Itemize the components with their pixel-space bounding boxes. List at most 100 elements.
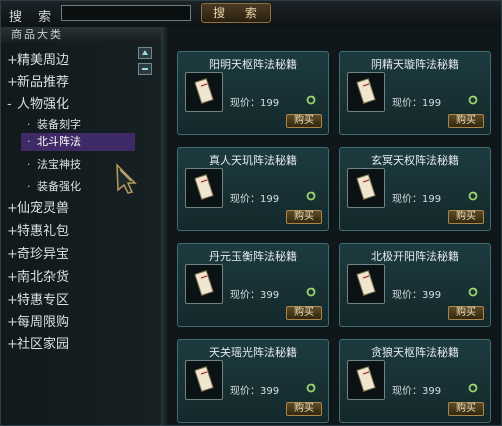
expand-icon: +	[7, 337, 18, 352]
item-card[interactable]: 阴精天璇阵法秘籍 现价：199 购买	[339, 51, 491, 135]
item-price: 现价：399	[392, 386, 442, 397]
item-price: 现价：199	[392, 194, 442, 205]
item-grid: 阳明天枢阵法秘籍 现价：199 购买 阴精天璇阵法秘籍 现价：199 购买 真人…	[169, 27, 501, 425]
scroll-icon[interactable]	[347, 72, 385, 112]
item-card[interactable]: 真人天玑阵法秘籍 现价：199 购买	[177, 147, 329, 231]
subcategory-item[interactable]: · 装备强化	[27, 178, 81, 194]
search-bar: 搜 索 搜 索	[1, 1, 501, 27]
item-card[interactable]: 玄冥天权阵法秘籍 现价：199 购买	[339, 147, 491, 231]
item-name: 真人天玑阵法秘籍	[209, 154, 297, 167]
buy-button[interactable]: 购买	[286, 402, 322, 416]
scroll-icon[interactable]	[185, 264, 223, 304]
bullet-icon: ·	[27, 118, 31, 131]
item-card[interactable]: 丹元玉衡阵法秘籍 现价：399 购买	[177, 243, 329, 327]
category-sidebar: 商品大类 +精美周边 +新品推荐 - 人物强化 · 装备刻字 · 北斗阵法 · 法宝神技…	[1, 27, 161, 425]
subcategory-label: 法宝神技	[37, 158, 81, 171]
buy-button[interactable]: 购买	[286, 210, 322, 224]
expand-icon: +	[7, 224, 18, 239]
item-price: 现价：399	[392, 290, 442, 301]
search-button[interactable]: 搜 索	[201, 3, 271, 23]
bullet-icon: ·	[27, 180, 31, 193]
category-label: 社区家园	[17, 337, 70, 352]
subcategory-item-selected[interactable]: · 北斗阵法	[21, 133, 135, 151]
scroll-icon[interactable]	[185, 72, 223, 112]
buy-button[interactable]: 购买	[448, 306, 484, 320]
buy-button[interactable]: 购买	[448, 402, 484, 416]
bullet-icon: ·	[27, 158, 31, 171]
subcategory-label: 装备刻字	[37, 118, 81, 131]
item-name: 玄冥天权阵法秘籍	[371, 154, 459, 167]
expand-icon: +	[7, 293, 18, 308]
buy-button[interactable]: 购买	[448, 210, 484, 224]
expand-icon: +	[7, 201, 18, 216]
category-item[interactable]: +社区家园	[7, 333, 69, 352]
item-name: 天关瑶光阵法秘籍	[209, 346, 297, 359]
category-label: 精美周边	[17, 53, 70, 68]
subcategory-label: 北斗阵法	[37, 135, 81, 148]
collapse-icon: -	[7, 97, 12, 112]
scroll-up-icon[interactable]	[138, 47, 152, 59]
shop-window: 搜 索 搜 索 商品大类 +精美周边 +新品推荐 - 人物强化 · 装备刻字 · 北斗…	[0, 0, 502, 426]
item-card[interactable]: 阳明天枢阵法秘籍 现价：199 购买	[177, 51, 329, 135]
search-input[interactable]	[61, 5, 191, 21]
category-label: 仙宠灵兽	[17, 201, 70, 216]
refresh-icon[interactable]	[468, 191, 478, 201]
expand-icon: +	[7, 75, 18, 90]
item-price: 现价：399	[230, 386, 280, 397]
category-item[interactable]: +特惠专区	[7, 289, 69, 308]
item-price: 现价：199	[392, 98, 442, 109]
item-card[interactable]: 天关瑶光阵法秘籍 现价：399 购买	[177, 339, 329, 423]
category-label: 人物强化	[17, 97, 70, 112]
buy-button[interactable]: 购买	[448, 114, 484, 128]
category-item[interactable]: +精美周边	[7, 49, 69, 68]
category-label: 奇珍异宝	[17, 247, 70, 262]
expand-icon: +	[7, 315, 18, 330]
panel-divider	[161, 27, 169, 425]
item-price: 现价：399	[230, 290, 280, 301]
item-name: 丹元玉衡阵法秘籍	[209, 250, 297, 263]
item-card[interactable]: 贪狼天枢阵法秘籍 现价：399 购买	[339, 339, 491, 423]
subcategory-item[interactable]: · 装备刻字	[27, 116, 81, 132]
subcategory-item[interactable]: · 法宝神技	[27, 156, 81, 172]
search-label: 搜 索	[9, 10, 58, 25]
expand-icon: +	[7, 53, 18, 68]
buy-button[interactable]: 购买	[286, 114, 322, 128]
category-item[interactable]: +新品推荐	[7, 71, 69, 90]
refresh-icon[interactable]	[306, 287, 316, 297]
scroll-icon[interactable]	[185, 168, 223, 208]
scroll-icon[interactable]	[347, 360, 385, 400]
scroll-icon[interactable]	[347, 264, 385, 304]
category-label: 特惠专区	[17, 293, 70, 308]
item-name: 阳明天枢阵法秘籍	[209, 58, 297, 71]
subcategory-label: 装备强化	[37, 180, 81, 193]
scroll-icon[interactable]	[347, 168, 385, 208]
item-name: 北极开阳阵法秘籍	[371, 250, 459, 263]
scroll-thumb[interactable]	[138, 63, 152, 75]
refresh-icon[interactable]	[468, 287, 478, 297]
category-label: 南北杂货	[17, 270, 70, 285]
item-name: 贪狼天枢阵法秘籍	[371, 346, 459, 359]
refresh-icon[interactable]	[306, 95, 316, 105]
category-label: 每周限购	[17, 315, 70, 330]
item-card[interactable]: 北极开阳阵法秘籍 现价：399 购买	[339, 243, 491, 327]
refresh-icon[interactable]	[468, 383, 478, 393]
category-label: 特惠礼包	[17, 224, 70, 239]
item-name: 阴精天璇阵法秘籍	[371, 58, 459, 71]
item-price: 现价：199	[230, 98, 280, 109]
category-label: 新品推荐	[17, 75, 70, 90]
refresh-icon[interactable]	[468, 95, 478, 105]
buy-button[interactable]: 购买	[286, 306, 322, 320]
refresh-icon[interactable]	[306, 383, 316, 393]
category-item[interactable]: +奇珍异宝	[7, 243, 69, 262]
scroll-icon[interactable]	[185, 360, 223, 400]
category-item[interactable]: - 人物强化	[7, 93, 69, 112]
category-item[interactable]: +仙宠灵兽	[7, 197, 69, 216]
bullet-icon: ·	[27, 135, 31, 148]
item-price: 现价：199	[230, 194, 280, 205]
expand-icon: +	[7, 270, 18, 285]
cursor-icon	[116, 163, 137, 194]
category-item[interactable]: +每周限购	[7, 311, 69, 330]
category-item[interactable]: +南北杂货	[7, 266, 69, 285]
category-item[interactable]: +特惠礼包	[7, 220, 69, 239]
refresh-icon[interactable]	[306, 191, 316, 201]
